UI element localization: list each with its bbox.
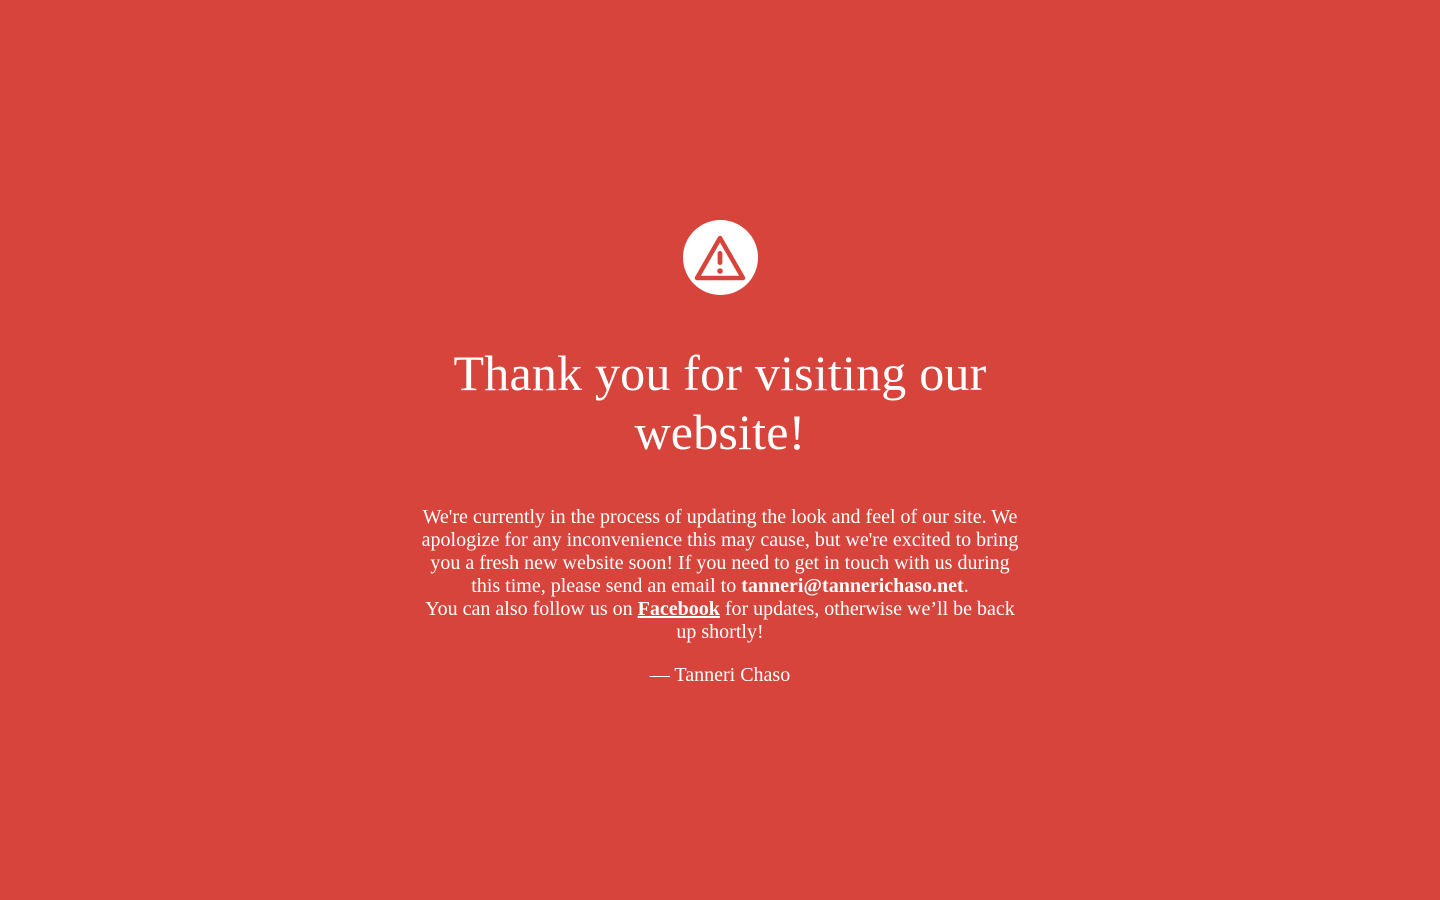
warning-triangle-icon <box>694 235 746 280</box>
follow-prefix: You can also follow us on <box>425 598 638 620</box>
signature: — Tanneri Chaso <box>649 664 791 686</box>
contact-email: tanneri@tannerichaso.net <box>741 575 964 597</box>
email-suffix: . <box>963 575 969 597</box>
facebook-link[interactable]: Facebook <box>638 598 720 620</box>
warning-badge <box>682 220 758 295</box>
follow-suffix: for updates, otherwise we’ll be back up … <box>676 598 1015 643</box>
page-title: Thank you for visiting our website! <box>453 345 987 460</box>
maintenance-content: Thank you for visiting our website! We'r… <box>420 220 1020 687</box>
maintenance-message: We're currently in the process of updati… <box>420 506 1020 644</box>
maintenance-page: Thank you for visiting our website! We'r… <box>0 0 1440 900</box>
